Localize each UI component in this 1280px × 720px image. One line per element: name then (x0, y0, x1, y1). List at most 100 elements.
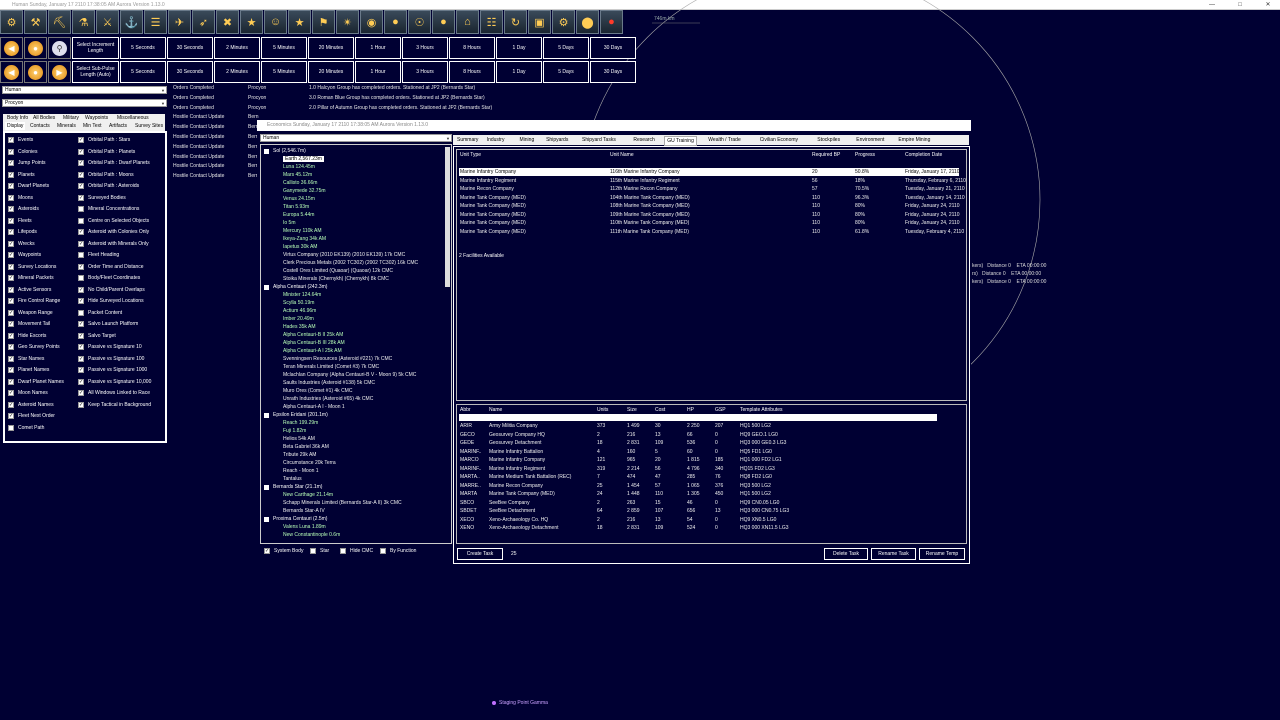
template-cell[interactable]: 54 (687, 517, 693, 523)
task-quantity-field[interactable]: 25 (511, 551, 517, 557)
tree-body-node[interactable]: New Carthage 21.14m (283, 492, 333, 498)
tree-body-node[interactable]: Earth 2,567.23m (283, 156, 324, 162)
time-1-hour-button[interactable]: 1 Hour (355, 37, 401, 59)
template-cell[interactable]: 0 (715, 500, 718, 506)
template-cell[interactable]: 1 305 (687, 491, 700, 497)
template-cell[interactable]: Marine Medium Tank Battalion (REC) (489, 474, 571, 480)
tree-body-node[interactable]: Iapetus 30k AM (283, 244, 317, 250)
template-cell[interactable]: 263 (627, 500, 635, 506)
checkbox[interactable]: ✓ (8, 148, 14, 155)
tree-body-node[interactable]: Schapp Minerals Limited (Bernards Star-A… (283, 500, 402, 506)
tree-body-node[interactable]: Clerk Precious Metals (2002 TC302) (2002… (283, 260, 418, 266)
training-cell[interactable]: 116th Marine Infantry Company (610, 169, 680, 175)
template-cell[interactable]: HQ1 500 LG2 (740, 423, 771, 429)
template-cell[interactable]: 7 (597, 474, 600, 480)
display-option[interactable]: ✓ All Windows Linked to Race (78, 390, 150, 396)
tree-body-node[interactable]: Luna 124.45m (283, 164, 315, 170)
checkbox[interactable]: ✓ (8, 332, 14, 339)
template-cell[interactable]: Geosurvey Detachment (489, 440, 542, 446)
race-select[interactable]: Human ▼ (2, 86, 167, 94)
checkbox[interactable]: ✓ (78, 298, 84, 304)
template-cell[interactable]: 13 (715, 508, 721, 514)
display-option[interactable]: ✓ Weapon Range (8, 309, 53, 316)
template-cell[interactable]: 0 (715, 449, 718, 455)
template-cell[interactable]: 56 (655, 466, 661, 472)
checkbox[interactable]: ✓ (78, 240, 84, 247)
forward-icon[interactable]: ▶ (48, 61, 71, 83)
time-2-minutes-button[interactable]: 2 Minutes (214, 37, 260, 59)
tree-body-node[interactable]: Ikeya-Zang 34k AM (283, 236, 326, 242)
checkbox[interactable]: ✓ (78, 183, 84, 189)
template-cell[interactable]: 2 214 (627, 466, 640, 472)
template-cell[interactable]: 60 (687, 449, 693, 455)
tree-body-node[interactable]: Reach 199.29m (283, 420, 318, 426)
template-cell[interactable]: 474 (627, 474, 635, 480)
tree-body-node[interactable]: Circumstance 20k Terra (283, 460, 336, 466)
template-cell[interactable]: 524 (687, 525, 695, 531)
display-option[interactable]: ✓ Passive vs Signature 10,000 (78, 378, 151, 385)
time-2-minutes-button[interactable]: 2 Minutes (214, 61, 260, 83)
template-cell[interactable]: 216 (627, 432, 635, 438)
checkbox[interactable]: ✓ (8, 390, 14, 396)
checkbox[interactable] (8, 424, 14, 431)
left-tab-min-text[interactable]: Min Text (81, 122, 104, 130)
display-option[interactable]: Mineral Concentrations (78, 206, 139, 212)
template-cell[interactable]: HQ3 000 GE0.3 LG3 (740, 440, 786, 446)
auto-turn-icon[interactable]: ◀ (0, 37, 23, 59)
display-option[interactable]: ✓ Moon Names (8, 390, 48, 396)
template-cell[interactable]: 107 (655, 508, 663, 514)
checkbox[interactable] (78, 206, 84, 212)
display-option[interactable]: ✓ Events (8, 137, 33, 143)
display-option[interactable]: ✓ Wrecks (8, 240, 35, 247)
display-option[interactable]: ✓ Mineral Packets (8, 275, 54, 281)
sphere-icon[interactable]: ● (432, 10, 455, 34)
checkbox[interactable]: ✓ (8, 171, 14, 178)
tree-filter-option[interactable]: ✓ System Body (264, 548, 303, 554)
tree-body-node[interactable]: Actium 46.96m (283, 308, 316, 314)
display-option[interactable]: ✓ Hide Escorts (8, 332, 46, 339)
checkbox[interactable]: ✓ (8, 401, 14, 408)
industry-icon[interactable]: ⚒ (24, 10, 47, 34)
time-8-hours-button[interactable]: 8 Hours (449, 37, 495, 59)
template-cell[interactable]: 109 (655, 525, 663, 531)
template-cell[interactable]: 0 (715, 432, 718, 438)
template-cell[interactable]: HQ8 FD2 LG0 (740, 474, 772, 480)
template-cell[interactable]: HQ3 000 CN0.75 LG3 (740, 508, 789, 514)
display-option[interactable]: ✓ Salvo Target (78, 332, 116, 339)
template-cell[interactable]: SBCO (460, 500, 474, 506)
display-option[interactable]: ✓ Survey Locations (8, 263, 56, 270)
tree-filter-option[interactable]: Star (310, 548, 329, 554)
display-option[interactable]: ✓ Jump Points (8, 160, 46, 166)
template-cell[interactable]: XENO (460, 525, 474, 531)
template-cell[interactable]: SeeBee Company (489, 500, 530, 506)
template-cell[interactable]: 109 (655, 440, 663, 446)
display-option[interactable]: Comet Path (8, 424, 44, 431)
template-cell[interactable]: Army Militia Company (489, 423, 538, 429)
tree-body-node[interactable]: Saults Industries (Asteroid #138) 5k CMC (283, 380, 375, 386)
tree-body-node[interactable]: Virtus Company (2010 EK139) (2010 EK139)… (283, 252, 405, 258)
checkbox[interactable]: ✓ (78, 137, 84, 143)
tree-body-node[interactable]: Minister 124.64m (283, 292, 321, 298)
tree-body-node[interactable]: Costell Ores Limited (Quaoar) (Quaoar) 1… (283, 268, 393, 274)
gun-icon[interactable]: ✖ (216, 10, 239, 34)
tree-body-node[interactable]: Tribute 29k AM (283, 452, 316, 458)
tab-industry[interactable]: Industry (485, 136, 507, 144)
time-5-seconds-button[interactable]: 5 Seconds (120, 37, 166, 59)
monitor-icon[interactable]: ▣ (528, 10, 551, 34)
template-cell[interactable]: 0 (715, 525, 718, 531)
weapon-icon[interactable]: ★ (240, 10, 263, 34)
template-cell[interactable]: 121 (597, 457, 605, 463)
checkbox[interactable]: ✓ (8, 217, 14, 224)
delete-task-button[interactable]: Delete Task (824, 548, 868, 560)
display-option[interactable]: ✓ Asteroid with Minerals Only (78, 240, 149, 247)
checkbox[interactable] (380, 548, 386, 554)
display-option[interactable]: ✓ Asteroid with Colonies Only (78, 229, 149, 235)
display-option[interactable]: ✓ Fire Control Range (8, 298, 60, 304)
display-option[interactable]: ✓ Star Names (8, 355, 44, 362)
template-cell[interactable]: Xeno-Archaeology Co. HQ (489, 517, 548, 523)
checkbox[interactable]: ✓ (78, 171, 84, 178)
template-cell[interactable]: 13 (655, 432, 661, 438)
template-cell[interactable]: 185 (715, 457, 723, 463)
tree-body-node[interactable]: Alpha Centauri-B II 25k AM (283, 332, 343, 338)
display-option[interactable]: Fleet Heading (78, 252, 119, 258)
